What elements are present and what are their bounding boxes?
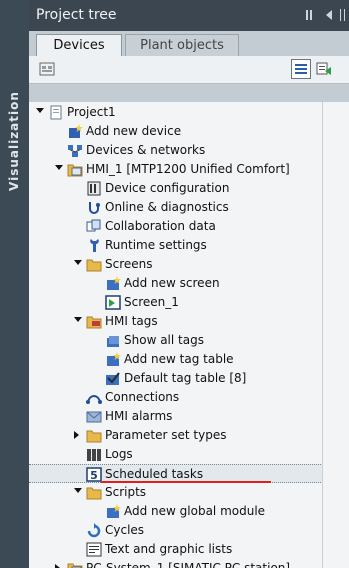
tree-item-hmi-1-mtp1200-unified-comfort[interactable]: HMI_1 [MTP1200 Unified Comfort] bbox=[29, 160, 349, 179]
expanded-arrow-icon[interactable] bbox=[55, 165, 63, 170]
tree-item-label: Connections bbox=[105, 390, 180, 404]
pin-icon[interactable] bbox=[337, 7, 349, 23]
tree-item-add-new-screen[interactable]: Add new screen bbox=[29, 274, 349, 293]
tree-scrollbar[interactable] bbox=[322, 102, 349, 568]
tree-item-label: Add new screen bbox=[124, 276, 220, 290]
tree-item-hmi-alarms[interactable]: HMI alarms bbox=[29, 407, 349, 426]
tree-item-online-diagnostics[interactable]: Online & diagnostics bbox=[29, 198, 349, 217]
alarm-envelope-icon bbox=[86, 409, 102, 424]
tree-item-label: Runtime settings bbox=[105, 238, 207, 252]
red-annotation-underline bbox=[101, 481, 271, 483]
visualization-label: Visualization bbox=[7, 91, 21, 191]
folder-icon bbox=[86, 428, 102, 443]
tree-item-label: Devices & networks bbox=[86, 143, 206, 157]
tree-item-connections[interactable]: Connections bbox=[29, 388, 349, 407]
collapse-panel-icon[interactable] bbox=[322, 7, 336, 23]
expanded-arrow-icon[interactable] bbox=[74, 488, 82, 493]
tree-item-pc-system-1-simatic-pc-station[interactable]: PC-System_1 [SIMATIC PC station] bbox=[29, 559, 349, 568]
expanded-arrow-icon[interactable] bbox=[74, 260, 82, 265]
tree-item-show-all-tags[interactable]: Show all tags bbox=[29, 331, 349, 350]
folder-icon bbox=[86, 485, 102, 500]
screen-icon bbox=[105, 295, 121, 310]
tree-item-screens[interactable]: Screens bbox=[29, 255, 349, 274]
tree-item-parameter-set-types[interactable]: Parameter set types bbox=[29, 426, 349, 445]
expanded-arrow-icon[interactable] bbox=[74, 317, 82, 322]
collapsed-arrow-icon[interactable] bbox=[55, 564, 60, 568]
add-device-icon bbox=[67, 124, 83, 139]
collapsed-arrow-icon[interactable] bbox=[74, 431, 79, 439]
tree-item-label: Add new tag table bbox=[124, 352, 234, 366]
tree-item-label: Project1 bbox=[67, 105, 116, 119]
tree-item-label: HMI_1 [MTP1200 Unified Comfort] bbox=[86, 162, 290, 176]
text-graphic-list-icon bbox=[86, 542, 102, 557]
svg-text:5: 5 bbox=[90, 469, 98, 482]
add-module-icon bbox=[105, 504, 121, 519]
tree-item-label: Cycles bbox=[105, 523, 145, 537]
tree-item-logs[interactable]: Logs bbox=[29, 445, 349, 464]
tree-toolbar bbox=[29, 56, 349, 84]
project-tree: Project1 Add new device Devices & networks… bbox=[29, 102, 349, 568]
tree-item-label: Default tag table [8] bbox=[124, 371, 247, 385]
tree-item-label: Screen_1 bbox=[124, 295, 179, 309]
collaboration-icon bbox=[86, 219, 102, 234]
tree-item-label: PC-System_1 [SIMATIC PC station] bbox=[86, 561, 291, 568]
tree-item-label: HMI alarms bbox=[105, 409, 173, 423]
add-tag-table-icon bbox=[105, 352, 121, 367]
project-tree-header: Project tree bbox=[29, 0, 349, 32]
tree-item-label: Show all tags bbox=[124, 333, 204, 347]
tree-item-label: Collaboration data bbox=[105, 219, 216, 233]
tree-item-add-new-tag-table[interactable]: Add new tag table bbox=[29, 350, 349, 369]
tree-settings-icon[interactable] bbox=[314, 59, 334, 79]
tree-item-screen-1[interactable]: Screen_1 bbox=[29, 293, 349, 312]
panel-title: Project tree bbox=[36, 7, 117, 23]
minimize-icon[interactable] bbox=[304, 7, 318, 23]
tree-item-label: Online & diagnostics bbox=[105, 200, 229, 214]
wrench-icon bbox=[86, 238, 102, 253]
tree-item-label: Scripts bbox=[105, 485, 147, 499]
expanded-arrow-icon[interactable] bbox=[36, 108, 44, 113]
tree-item-cycles[interactable]: Cycles bbox=[29, 521, 349, 540]
tree-item-label: Device configuration bbox=[105, 181, 230, 195]
tree-item-label: Add new global module bbox=[124, 504, 266, 518]
folder-icon bbox=[86, 257, 102, 272]
scheduled-tasks-icon: 5 bbox=[86, 467, 102, 482]
overview-list-icon[interactable] bbox=[291, 59, 311, 79]
tree-item-label: Logs bbox=[105, 447, 133, 461]
tree-item-collaboration-data[interactable]: Collaboration data bbox=[29, 217, 349, 236]
tree-item-scripts[interactable]: Scripts bbox=[29, 483, 349, 502]
tree-item-project1[interactable]: Project1 bbox=[29, 103, 349, 122]
tree-column-header bbox=[29, 84, 349, 103]
logs-icon bbox=[86, 447, 102, 462]
network-icon bbox=[67, 143, 83, 158]
device-view-icon[interactable] bbox=[37, 59, 57, 79]
tree-item-runtime-settings[interactable]: Runtime settings bbox=[29, 236, 349, 255]
visualization-side-strip[interactable]: Visualization bbox=[0, 0, 29, 568]
tree-item-label: HMI tags bbox=[105, 314, 158, 328]
tree-item-label: Text and graphic lists bbox=[105, 542, 233, 556]
tab-plant-objects[interactable]: Plant objects bbox=[125, 34, 239, 56]
tab-devices[interactable]: Devices bbox=[36, 34, 122, 56]
connections-icon bbox=[86, 390, 102, 405]
device-configuration-icon bbox=[86, 181, 102, 196]
tree-item-add-new-global-module[interactable]: Add new global module bbox=[29, 502, 349, 521]
tree-item-device-configuration[interactable]: Device configuration bbox=[29, 179, 349, 198]
add-screen-icon bbox=[105, 276, 121, 291]
online-diagnostics-icon bbox=[86, 200, 102, 215]
tree-item-label: Add new device bbox=[86, 124, 182, 138]
tree-item-hmi-tags[interactable]: HMI tags bbox=[29, 312, 349, 331]
tree-item-default-tag-table-8[interactable]: Default tag table [8] bbox=[29, 369, 349, 388]
cycles-icon bbox=[86, 523, 102, 538]
tab-bar: Devices Plant objects bbox=[29, 31, 349, 56]
hmi-device-folder-icon bbox=[67, 162, 83, 177]
pc-station-icon bbox=[67, 561, 83, 568]
tree-item-text-and-graphic-lists[interactable]: Text and graphic lists bbox=[29, 540, 349, 559]
tag-table-icon bbox=[105, 371, 121, 386]
tree-item-add-new-device[interactable]: Add new device bbox=[29, 122, 349, 141]
tree-item-devices-networks[interactable]: Devices & networks bbox=[29, 141, 349, 160]
project-file-icon bbox=[48, 105, 64, 120]
tag-folder-icon bbox=[86, 314, 102, 329]
show-tags-icon bbox=[105, 333, 121, 348]
tree-item-label: Screens bbox=[105, 257, 153, 271]
tree-item-label: Parameter set types bbox=[105, 428, 227, 442]
